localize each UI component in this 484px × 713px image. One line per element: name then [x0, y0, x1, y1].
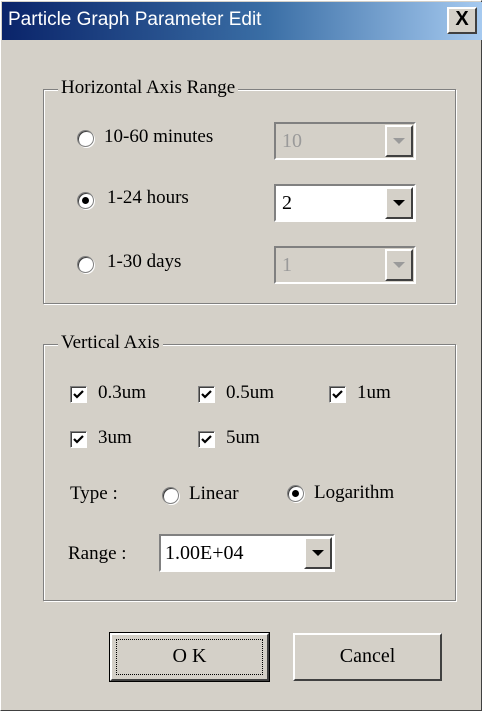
range-label: Range : [68, 543, 127, 564]
minutes-combo-value: 10 [282, 130, 302, 152]
checkbox-0-3um-label[interactable]: 0.3um [98, 382, 146, 404]
window-title: Particle Graph Parameter Edit [8, 9, 262, 30]
checkbox-1um-label[interactable]: 1um [357, 382, 391, 404]
type-label: Type : [70, 483, 118, 504]
checkbox-3um-label[interactable]: 3um [98, 427, 132, 449]
title-bar[interactable]: Particle Graph Parameter Edit X [2, 2, 482, 40]
checkmark-icon [201, 435, 212, 444]
radio-logarithm[interactable] [287, 485, 304, 502]
days-combo-value: 1 [282, 254, 292, 276]
close-icon: X [455, 8, 469, 30]
radio-logarithm-label[interactable]: Logarithm [314, 482, 394, 504]
checkmark-icon [73, 435, 84, 444]
radio-linear-label[interactable]: Linear [189, 483, 239, 505]
checkbox-3um[interactable] [70, 431, 87, 448]
radio-linear[interactable] [162, 487, 179, 504]
range-combo-value: 1.00E+04 [165, 542, 244, 564]
days-combo-dropdown-button[interactable] [385, 249, 413, 281]
checkbox-5um-label[interactable]: 5um [226, 427, 260, 449]
cancel-button[interactable]: Cancel [293, 633, 442, 681]
ok-button-label: O K [172, 645, 207, 667]
radio-1-30-days[interactable] [77, 256, 94, 273]
hours-combo-value: 2 [282, 192, 292, 214]
ok-button[interactable]: O K [109, 632, 270, 682]
radio-1-30-days-label[interactable]: 1-30 days [107, 251, 181, 273]
close-button[interactable]: X [447, 7, 477, 34]
chevron-down-icon [393, 138, 405, 144]
checkbox-0-5um[interactable] [198, 386, 215, 403]
days-combo[interactable]: 1 [274, 246, 416, 284]
chevron-down-icon [393, 262, 405, 268]
vertical-axis-legend: Vertical Axis [58, 332, 163, 354]
chevron-down-icon [393, 200, 405, 206]
chevron-down-icon [312, 550, 324, 556]
particle-graph-dialog: Particle Graph Parameter Edit X Horizont… [0, 0, 482, 711]
checkbox-0-5um-label[interactable]: 0.5um [226, 382, 274, 404]
checkmark-icon [201, 390, 212, 399]
radio-10-60-minutes[interactable] [77, 130, 94, 147]
checkbox-0-3um[interactable] [70, 386, 87, 403]
radio-10-60-minutes-label[interactable]: 10-60 minutes [104, 126, 213, 148]
checkbox-5um[interactable] [198, 431, 215, 448]
range-combo-dropdown-button[interactable] [304, 537, 332, 569]
hours-combo-dropdown-button[interactable] [385, 187, 413, 219]
hours-combo[interactable]: 2 [274, 184, 416, 222]
minutes-combo[interactable]: 10 [274, 122, 416, 160]
horizontal-axis-range-legend: Horizontal Axis Range [58, 77, 239, 99]
radio-1-24-hours[interactable] [77, 192, 94, 209]
checkmark-icon [332, 390, 343, 399]
radio-1-24-hours-label[interactable]: 1-24 hours [107, 187, 189, 209]
minutes-combo-dropdown-button[interactable] [385, 125, 413, 157]
range-combo[interactable]: 1.00E+04 [159, 534, 335, 572]
cancel-button-label: Cancel [339, 645, 396, 667]
checkmark-icon [73, 390, 84, 399]
checkbox-1um[interactable] [329, 386, 346, 403]
